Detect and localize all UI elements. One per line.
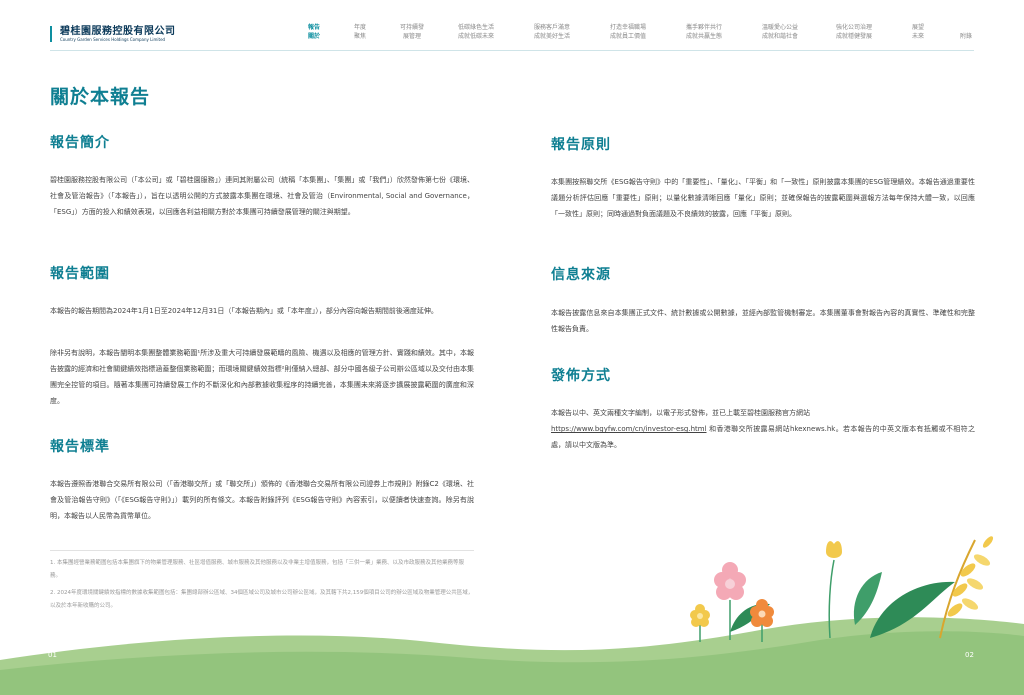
nav-item-2[interactable]: 年度 聚焦 [354, 23, 366, 41]
heading-report-scope: 報告範圍 [50, 266, 110, 282]
nav-item-6[interactable]: 打造幸福職場 成就員工價值 [610, 23, 646, 41]
heading-report-principles: 報告原則 [551, 137, 611, 153]
nav-item-9[interactable]: 強化公司治理 成就穩健發展 [836, 23, 872, 41]
report-standard-text: 本報告遵照香港聯合交易所有限公司（「香港聯交所」或「聯交所」）頒佈的《香港聯合交… [50, 480, 474, 520]
report-scope-detail-text: 除非另有說明，本報告闡明本集團整體業務範圍¹所涉及重大可持續發展範疇的風險、機遇… [50, 349, 474, 405]
publication-text-before: 本報告以中、英文兩種文字編制，以電子形式發佈，並已上載至碧桂園服務官方網站 [551, 409, 810, 417]
nav-item-11[interactable]: 附錄 [960, 32, 972, 41]
heading-report-standard: 報告標準 [50, 439, 110, 455]
wheat-leaf-7 [982, 536, 994, 548]
floral-ground-decoration [0, 536, 1024, 695]
logo-accent-bar [50, 26, 52, 42]
pink-flower [714, 562, 746, 600]
nav-item-8[interactable]: 溫暖愛心公益 成就和諧社會 [762, 23, 798, 41]
page-title: 關於本報告 [50, 86, 151, 108]
page-number-right: 02 [965, 651, 974, 659]
nav-item-1[interactable]: 報告 關於 [308, 23, 320, 41]
logo-chinese-name: 碧桂園服務控股有限公司 [60, 26, 176, 37]
report-intro-text: 碧桂園服務控股有限公司（「本公司」或「碧桂園服務」）連同其附屬公司（統稱「本集團… [50, 176, 474, 216]
nav-item-3[interactable]: 可持續發 展管理 [400, 23, 424, 41]
leaf-dark-2 [853, 572, 882, 625]
heading-information-sources: 信息來源 [551, 267, 611, 283]
page-number-left: 01 [48, 651, 57, 659]
publication-method-text: 本報告以中、英文兩種文字編制，以電子形式發佈，並已上載至碧桂園服務官方網站 htt… [551, 405, 975, 453]
heading-report-intro: 報告簡介 [50, 135, 110, 151]
wheat-leaf-5 [961, 598, 979, 610]
heading-publication-method: 發佈方式 [551, 368, 611, 384]
logo-english-name: Country Garden Services Holdings Company… [60, 37, 166, 42]
header-divider [50, 50, 974, 51]
report-scope-period-text: 本報告的報告期間為2024年1月1日至2024年12月31日（「本報告期內」或「… [50, 307, 438, 315]
esg-report-link[interactable]: https://www.bgyfw.com/cn/investor-esg.ht… [551, 425, 707, 433]
nav-item-7[interactable]: 攜手夥伴共行 成就共贏生態 [686, 23, 722, 41]
tulip-flower [826, 541, 842, 558]
wheat-leaf-4 [966, 578, 984, 590]
company-logo[interactable]: 碧桂園服務控股有限公司 Country Garden Services Hold… [50, 26, 176, 42]
nav-item-10[interactable]: 展望 未來 [912, 23, 924, 41]
nav-item-4[interactable]: 低碳綠色生活 成就低碳未來 [458, 23, 494, 41]
yellow-flower [690, 604, 710, 627]
information-sources-text: 本報告披露信息來自本集團正式文件、統計數據或公開數據，並經內部監管機制審定。本集… [551, 309, 975, 333]
top-bar: 碧桂園服務控股有限公司 Country Garden Services Hold… [0, 0, 1024, 52]
nav-item-5[interactable]: 服務客戶滿意 成就美好生活 [534, 23, 570, 41]
orange-flower [750, 599, 774, 627]
report-principles-text: 本集團按照聯交所《ESG報告守則》中的「重要性」、「量化」、「平衡」和「一致性」… [551, 178, 975, 218]
ground-front [0, 631, 1024, 695]
